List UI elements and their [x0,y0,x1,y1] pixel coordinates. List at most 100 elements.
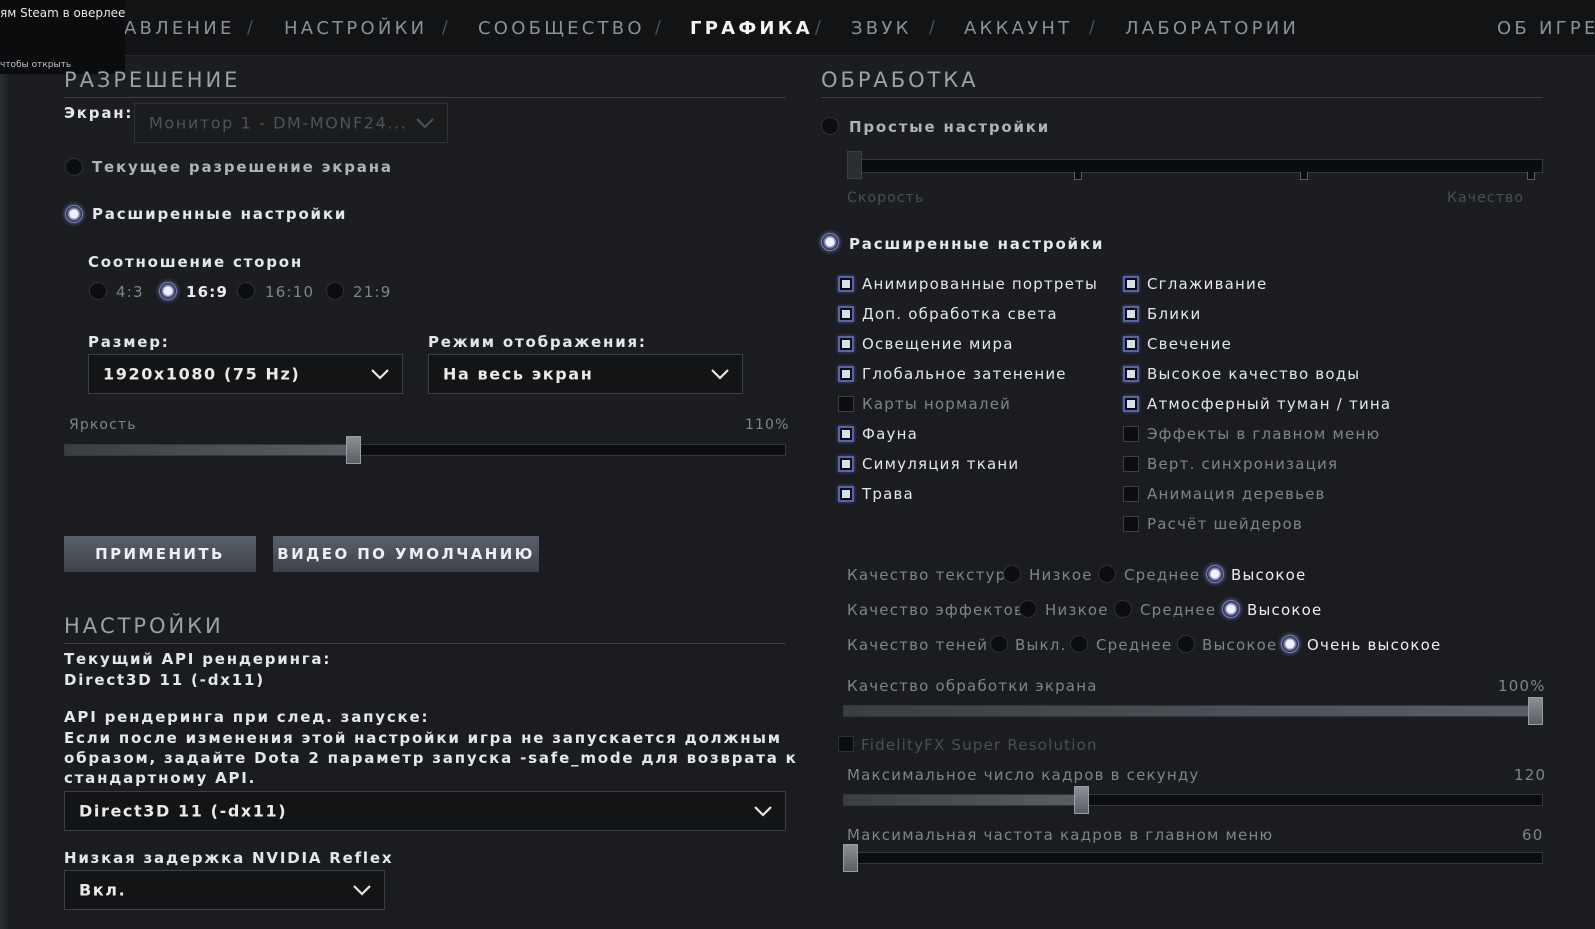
setting-checkbox[interactable] [838,396,854,412]
advanced-rendering-radio[interactable] [821,233,839,251]
display-mode-value: На весь экран [443,364,594,384]
tab-labs[interactable]: ЛАБОРАТОРИИ [1125,18,1299,39]
tab-controls[interactable]: АВЛЕНИЕ [124,18,235,39]
fps-label: Максимальное число кадров в секунду [847,766,1200,784]
setting-checkbox[interactable] [1123,396,1139,412]
setting-checkbox-label: Высокое качество воды [1147,365,1361,383]
setting-checkbox[interactable] [838,336,854,352]
setting-checkbox[interactable] [1123,306,1139,322]
setting-checkbox[interactable] [1123,486,1139,502]
setting-checkbox[interactable] [838,366,854,382]
brightness-slider-handle[interactable] [345,436,361,464]
tab-settings[interactable]: НАСТРОЙКИ [284,18,427,39]
setting-checkbox-label: Атмосферный туман / тина [1147,395,1392,413]
shadow-medium-label: Среднее [1096,636,1173,654]
video-defaults-button[interactable]: ВИДЕО ПО УМОЛЧАНИЮ [273,536,539,572]
setting-checkbox[interactable] [1123,516,1139,532]
top-navigation: АВЛЕНИЕ / НАСТРОЙКИ / СООБЩЕСТВО / ГРАФИ… [0,0,1595,56]
setting-checkbox-label: Блики [1147,305,1202,323]
size-label: Размер: [88,333,170,351]
texture-high-label: Высокое [1231,566,1307,584]
simple-settings-radio[interactable] [821,117,839,135]
setting-checkbox-label: Глобальное затенение [862,365,1067,383]
quality-preset-slider[interactable] [847,159,1543,173]
nav-separator: / [655,18,663,38]
screen-quality-fill [844,706,1542,716]
setting-checkbox[interactable] [838,306,854,322]
texture-medium-radio[interactable] [1098,565,1116,583]
current-resolution-label: Текущее разрешение экрана [92,158,393,176]
resolution-size-dropdown[interactable]: 1920x1080 (75 Hz) [88,354,403,394]
setting-checkbox[interactable] [1123,426,1139,442]
advanced-resolution-radio[interactable] [65,205,83,223]
chevron-down-icon [754,806,772,817]
screen-quality-slider[interactable] [843,705,1543,717]
shadow-medium-radio[interactable] [1070,635,1088,653]
effects-low-radio[interactable] [1019,600,1037,618]
brightness-slider[interactable] [64,444,786,456]
render-api-dropdown[interactable]: Direct3D 11 (-dx11) [64,791,786,831]
aspect-16-9-radio[interactable] [159,282,177,300]
section-divider [64,643,786,644]
quality-preset-handle[interactable] [847,151,862,179]
aspect-16-10-radio[interactable] [237,282,255,300]
tab-community[interactable]: СООБЩЕСТВО [478,18,645,39]
effects-high-radio[interactable] [1222,600,1240,618]
setting-checkbox[interactable] [838,456,854,472]
brightness-value: 110% [745,417,790,433]
setting-checkbox-label: Анимация деревьев [1147,485,1326,503]
aspect-21-9-label: 21:9 [353,283,392,301]
current-resolution-radio[interactable] [65,158,83,176]
chevron-down-icon [353,885,371,896]
fps-slider[interactable] [843,794,1543,806]
shadow-high-radio[interactable] [1177,635,1195,653]
aspect-16-10-label: 16:10 [265,283,315,301]
overlay-hint-text: чтобы открыть [0,60,72,70]
setting-checkbox[interactable] [1123,336,1139,352]
fps-value: 120 [1514,766,1547,784]
display-mode-dropdown[interactable]: На весь экран [428,354,743,394]
setting-checkbox[interactable] [1123,366,1139,382]
shadow-ultra-radio[interactable] [1281,635,1299,653]
nav-separator: / [1089,18,1097,38]
menu-fps-slider-handle[interactable] [843,844,858,872]
tab-graphics[interactable]: ГРАФИКА [690,18,813,39]
setting-checkbox[interactable] [838,276,854,292]
texture-high-radio[interactable] [1206,565,1224,583]
shadow-high-label: Высокое [1202,636,1278,654]
setting-checkbox-label: Сглаживание [1147,275,1268,293]
texture-low-radio[interactable] [1003,565,1021,583]
nav-separator: / [815,18,823,38]
tab-sound[interactable]: ЗВУК [851,18,912,39]
apply-button[interactable]: ПРИМЕНИТЬ [64,536,256,572]
tab-account[interactable]: АККАУНТ [964,18,1072,39]
aspect-4-3-radio[interactable] [89,282,107,300]
setting-checkbox[interactable] [1123,276,1139,292]
advanced-rendering-label: Расширенные настройки [849,235,1105,253]
screen-quality-handle[interactable] [1528,697,1543,725]
steam-overlay-notice[interactable]: ям Steam в оверлее чтобы открыть [0,0,125,74]
setting-checkbox[interactable] [838,426,854,442]
nav-separator: / [247,18,255,38]
rendering-section-title: ОБРАБОТКА [821,68,979,92]
aspect-21-9-radio[interactable] [326,282,344,300]
menu-fps-value: 60 [1522,826,1544,844]
reflex-dropdown[interactable]: Вкл. [64,870,385,910]
shadow-off-radio[interactable] [990,635,1008,653]
fsr-checkbox[interactable] [838,736,854,752]
texture-medium-label: Среднее [1124,566,1201,584]
screen-quality-value: 100% [1498,677,1546,695]
effects-medium-radio[interactable] [1114,600,1132,618]
monitor-dropdown[interactable]: Монитор 1 - DM-MONF24... [134,103,448,143]
screen-label: Экран: [64,104,134,122]
effects-high-label: Высокое [1247,601,1323,619]
menu-fps-slider[interactable] [843,852,1543,864]
chevron-down-icon [371,369,389,380]
tab-about[interactable]: ОБ ИГРЕ [1497,18,1595,39]
quality-label: Качество [1447,190,1525,206]
setting-checkbox[interactable] [1123,456,1139,472]
fps-fill [844,795,1082,805]
shadow-off-label: Выкл. [1015,636,1067,654]
fps-slider-handle[interactable] [1074,786,1089,814]
setting-checkbox[interactable] [838,486,854,502]
